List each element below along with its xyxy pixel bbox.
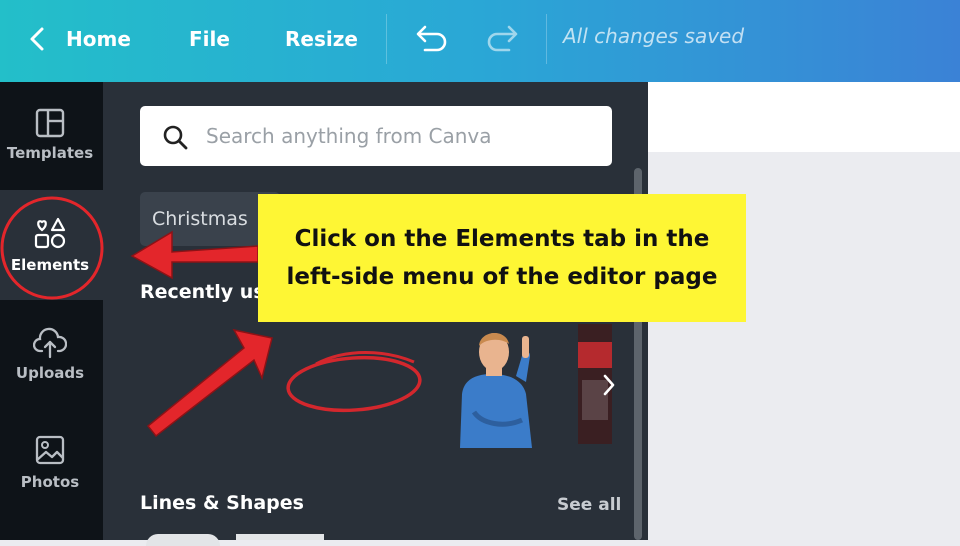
- sidebar-item-label: Elements: [10, 256, 90, 274]
- photos-icon: [35, 435, 65, 465]
- chevron-right-icon: [603, 374, 615, 396]
- shape-thumbnail-circle[interactable]: [146, 534, 220, 546]
- file-menu-button[interactable]: File: [189, 0, 230, 78]
- thumbnail-red-circle-shape[interactable]: [276, 340, 432, 422]
- thumbnail-man-pointing[interactable]: [452, 320, 542, 448]
- upload-cloud-icon: [33, 327, 67, 359]
- top-bar: Home File Resize All changes saved: [0, 0, 960, 82]
- callout-line: left-side menu of the editor page: [286, 264, 718, 290]
- home-button[interactable]: Home: [28, 0, 131, 78]
- sidebar-item-elements[interactable]: Elements: [0, 190, 103, 300]
- search-input[interactable]: [204, 120, 588, 152]
- recently-used-heading: Recently us: [140, 281, 265, 303]
- lines-shapes-heading: Lines & Shapes: [140, 492, 304, 514]
- elements-icon: [34, 217, 66, 249]
- search-icon: [163, 125, 188, 150]
- resize-label: Resize: [285, 27, 358, 51]
- shape-thumbnail-rectangle[interactable]: [236, 534, 324, 540]
- redo-icon: [487, 25, 518, 52]
- carousel-next-button[interactable]: [596, 366, 622, 404]
- sidebar-rail: Templates Elements Uploads Photos: [0, 82, 103, 540]
- toolbar-divider: [386, 14, 387, 64]
- search-box[interactable]: [140, 106, 612, 166]
- callout-line: Click on the Elements tab in the: [294, 226, 710, 252]
- photo-detail: [578, 342, 612, 368]
- redo-button[interactable]: [485, 0, 521, 78]
- design-page[interactable]: [648, 82, 960, 152]
- file-label: File: [189, 27, 230, 51]
- home-label: Home: [66, 27, 131, 51]
- undo-button[interactable]: [413, 0, 449, 78]
- resize-button[interactable]: Resize: [285, 0, 358, 78]
- templates-icon: [35, 108, 65, 138]
- toolbar-divider: [546, 14, 547, 64]
- sidebar-item-uploads[interactable]: Uploads: [0, 300, 103, 408]
- sidebar-item-photos[interactable]: Photos: [0, 409, 103, 517]
- chevron-left-icon: [30, 27, 44, 51]
- see-all-link[interactable]: See all: [557, 495, 621, 515]
- save-status-text: All changes saved: [563, 24, 745, 48]
- sidebar-item-templates[interactable]: Templates: [0, 82, 103, 190]
- sidebar-item-label: Templates: [6, 144, 94, 162]
- sidebar-item-label: Uploads: [15, 364, 85, 382]
- sidebar-item-label: Photos: [20, 473, 80, 491]
- undo-icon: [416, 25, 447, 52]
- instruction-callout: Click on the Elements tab in the left-si…: [258, 194, 746, 322]
